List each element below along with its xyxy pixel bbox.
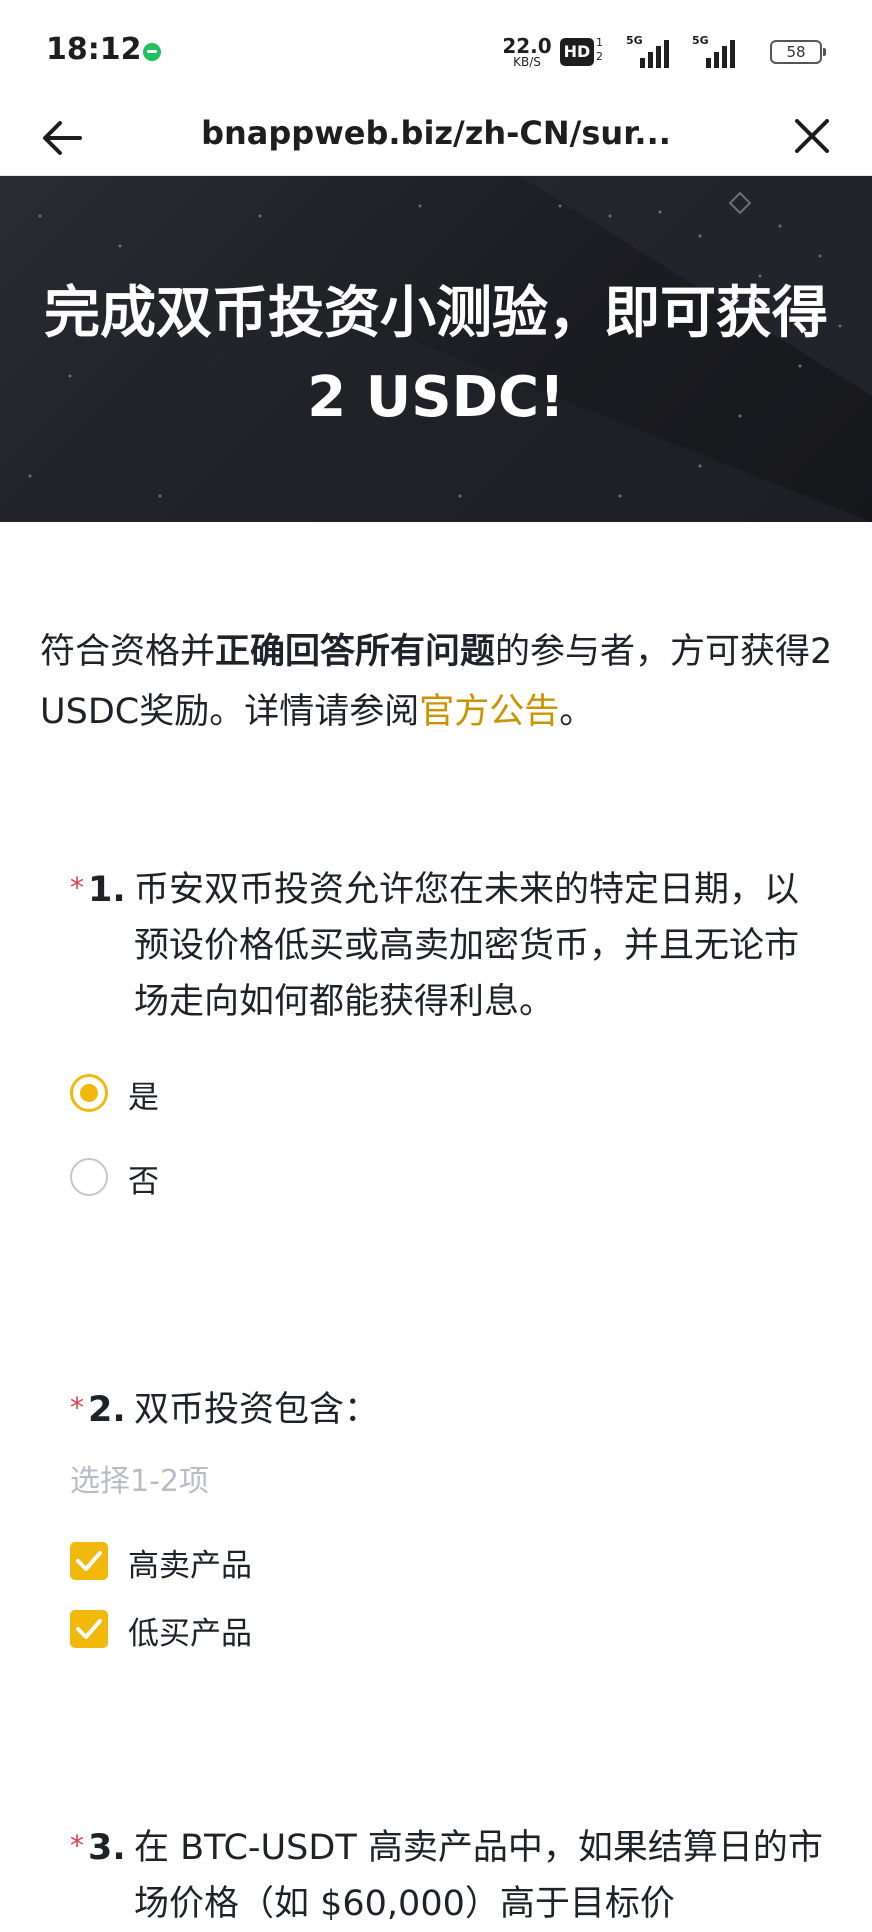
intro-bold: 正确回答所有问题 — [215, 632, 496, 672]
radio-selected-icon[interactable] — [70, 1074, 108, 1112]
signal-2-tag: 5G — [692, 34, 709, 47]
question-2-text: 双币投资包含： — [134, 1390, 380, 1430]
network-speed-value: 22.0 — [502, 34, 552, 58]
battery-icon: 58 — [770, 40, 826, 64]
intro-part-1: 符合资格并 — [40, 632, 216, 672]
required-star: * — [70, 1829, 84, 1862]
question-1: * 1. 币安双币投资允许您在未来的特定日期，以预设价格低买或高卖加密货币，并且… — [70, 862, 830, 1208]
question-1-number: 1. — [88, 870, 126, 910]
chat-notification-icon — [143, 43, 161, 61]
hd-voice-icon: HD — [560, 38, 594, 66]
hd-sub-1: 1 — [596, 36, 603, 49]
hero-title: 完成双币投资小测验，即可获得 2 USDC! — [44, 281, 828, 430]
question-1-text: 币安双币投资允许您在未来的特定日期，以预设价格低买或高卖加密货币，并且无论市场走… — [134, 870, 800, 1022]
announcement-link[interactable]: 官方公告 — [419, 692, 559, 732]
option-label: 否 — [128, 1164, 159, 1200]
question-1-options: 是 否 — [70, 1064, 830, 1208]
option-label: 高卖产品 — [128, 1548, 252, 1584]
page-url[interactable]: bnappweb.biz/zh-CN/sur... — [120, 114, 752, 152]
option-label: 低买产品 — [128, 1616, 252, 1652]
signal-strength-icon-2: 5G — [692, 34, 742, 68]
option-buy-low[interactable]: 低买产品 — [70, 1600, 830, 1660]
signal-strength-icon-1: 5G — [626, 34, 676, 68]
checkbox-checked-icon[interactable] — [70, 1542, 108, 1580]
question-3-text: 在 BTC-USDT 高卖产品中，如果结算日的市场价格（如 $60,000）高于… — [134, 1828, 823, 1924]
hd-sub-2: 2 — [596, 50, 603, 63]
status-bar: 18:12 22.0 KB/S HD 1 2 5G 5G 58 — [0, 0, 872, 100]
question-3: * 3. 在 BTC-USDT 高卖产品中，如果结算日的市场价格（如 $60,0… — [70, 1820, 830, 1932]
hero-banner: 完成双币投资小测验，即可获得 2 USDC! — [0, 176, 872, 522]
intro-part-3: 。 — [559, 692, 595, 732]
browser-url-bar: bnappweb.biz/zh-CN/sur... — [0, 100, 872, 176]
question-2-options: 高卖产品 低买产品 — [70, 1532, 830, 1660]
required-star: * — [70, 1391, 84, 1424]
network-speed: 22.0 KB/S — [501, 36, 553, 68]
hd-sim-indicator: 1 2 — [596, 36, 603, 64]
question-1-heading: * 1. 币安双币投资允许您在未来的特定日期，以预设价格低买或高卖加密货币，并且… — [70, 862, 830, 1030]
question-2: * 2. 双币投资包含： 选择1-2项 高卖产品 低买产品 — [70, 1382, 830, 1660]
status-time: 18:12 — [46, 32, 142, 67]
signal-1-tag: 5G — [626, 34, 643, 47]
option-sell-high[interactable]: 高卖产品 — [70, 1532, 830, 1592]
checkbox-checked-icon[interactable] — [70, 1610, 108, 1648]
required-star: * — [70, 871, 84, 904]
option-label: 是 — [128, 1080, 159, 1116]
question-2-hint: 选择1-2项 — [70, 1464, 209, 1499]
intro-text: 符合资格并正确回答所有问题的参与者，方可获得2 USDC奖励。详情请参阅官方公告… — [40, 622, 840, 742]
back-arrow-icon[interactable] — [40, 118, 84, 158]
question-2-heading: * 2. 双币投资包含： — [70, 1382, 830, 1438]
option-yes[interactable]: 是 — [70, 1064, 830, 1124]
close-icon[interactable] — [792, 116, 832, 156]
question-3-heading: * 3. 在 BTC-USDT 高卖产品中，如果结算日的市场价格（如 $60,0… — [70, 1820, 830, 1932]
question-2-number: 2. — [88, 1390, 126, 1430]
option-no[interactable]: 否 — [70, 1148, 830, 1208]
question-3-number: 3. — [88, 1828, 126, 1868]
radio-unselected-icon[interactable] — [70, 1158, 108, 1196]
